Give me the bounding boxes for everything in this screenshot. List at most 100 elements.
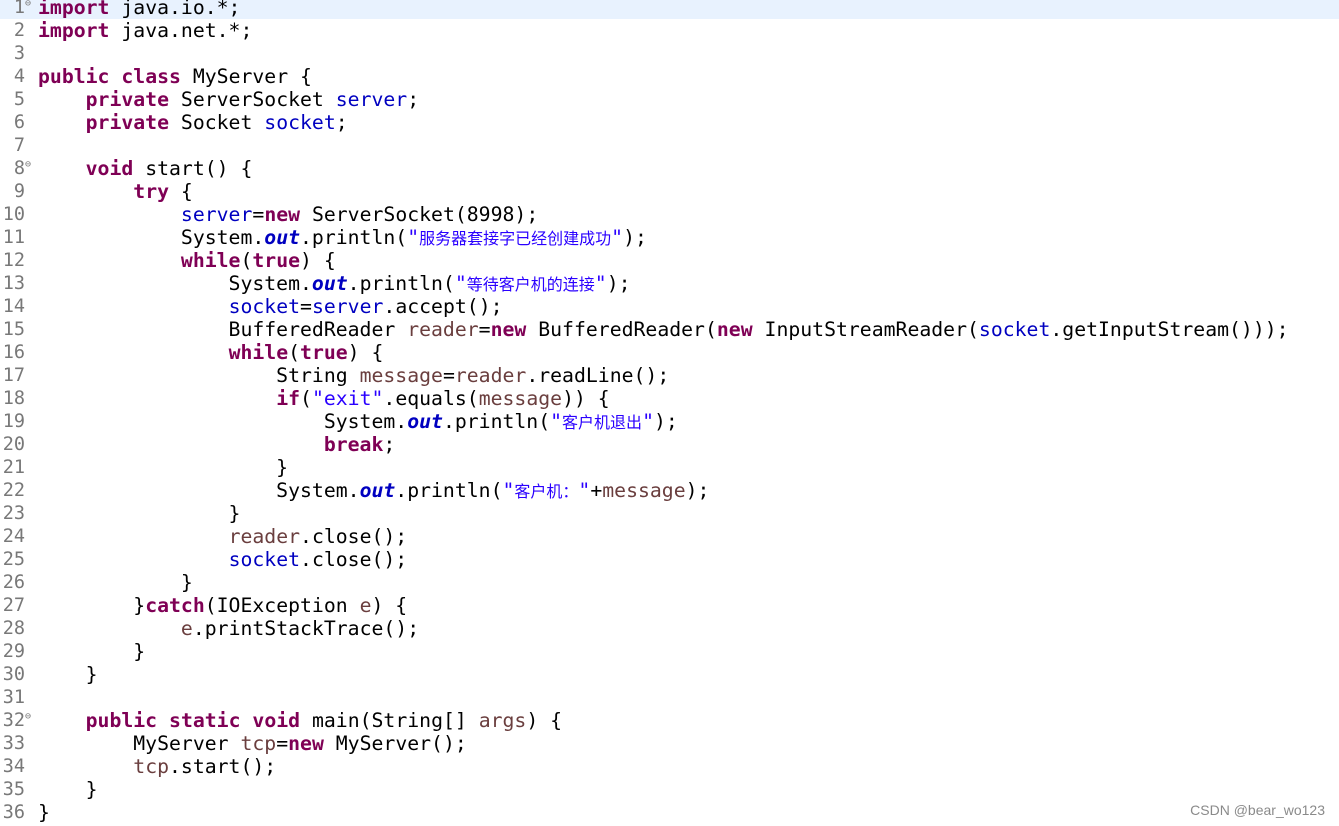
code-token: import (38, 18, 110, 42)
code-line[interactable]: 28 e.printStackTrace(); (0, 617, 1339, 640)
code-text: System.out.println("客户机："+message); (38, 479, 709, 503)
fold-minus-icon[interactable]: ⊖ (25, 709, 31, 725)
code-token: reader (454, 363, 527, 387)
line-number: 26 (2, 571, 25, 593)
code-line[interactable]: 17 String message=reader.readLine(); (0, 364, 1339, 387)
code-token: public (85, 708, 158, 732)
line-number: 15 (2, 318, 25, 340)
code-line[interactable]: 9 try { (0, 180, 1339, 203)
code-token: ( (240, 248, 253, 272)
code-text: private ServerSocket server; (38, 88, 420, 111)
code-line[interactable]: 24 reader.close(); (0, 525, 1339, 548)
code-token: ; (383, 432, 396, 456)
code-token: MyServer(); (323, 731, 467, 755)
code-token: } (38, 662, 98, 686)
code-line[interactable]: 33 MyServer tcp=new MyServer(); (0, 732, 1339, 755)
code-line[interactable]: 14 socket=server.accept(); (0, 295, 1339, 318)
code-line[interactable]: 34 tcp.start(); (0, 755, 1339, 778)
code-line[interactable]: 22 System.out.println("客户机："+message); (0, 479, 1339, 502)
code-line[interactable]: 29 } (0, 640, 1339, 663)
code-line[interactable]: 11 System.out.println("服务器套接字已经创建成功"); (0, 226, 1339, 249)
code-line[interactable]: 26 } (0, 571, 1339, 594)
code-line[interactable]: 12 while(true) { (0, 249, 1339, 272)
code-token: ) { (526, 708, 563, 732)
line-number: 31 (2, 686, 25, 708)
code-token: new (490, 317, 527, 341)
line-number: 19 (2, 410, 25, 432)
code-line[interactable]: 19 System.out.println("客户机退出"); (0, 410, 1339, 433)
code-token: .println( (442, 409, 551, 433)
code-token: .start(); (169, 754, 277, 778)
code-token: = (252, 202, 265, 226)
code-line[interactable]: 20 break; (0, 433, 1339, 456)
code-line[interactable]: 8 ⊖ void start() { (0, 157, 1339, 180)
code-token: message (478, 386, 563, 410)
code-token: " (454, 271, 467, 295)
code-text: MyServer tcp=new MyServer(); (38, 732, 467, 755)
code-token: MyServer { (180, 64, 312, 88)
code-line[interactable]: 10 server=new ServerSocket(8998); (0, 203, 1339, 226)
line-number: 36 (2, 801, 25, 823)
fold-minus-icon[interactable]: ⊖ (25, 157, 31, 173)
code-line[interactable]: 4 public class MyServer { (0, 65, 1339, 88)
code-line[interactable]: 1 ⊖ import java.io.*; (0, 0, 1339, 19)
line-number: 20 (2, 433, 25, 455)
code-token: } (38, 777, 98, 801)
code-token: " (578, 478, 591, 502)
code-text: try { (38, 180, 193, 203)
code-token: break (323, 432, 384, 456)
code-text: import java.io.*; (38, 0, 240, 19)
code-line[interactable]: 25 socket.close(); (0, 548, 1339, 571)
code-line[interactable]: 31 (0, 686, 1339, 709)
code-editor[interactable]: 1 ⊖ import java.io.*; 2 import java.net.*; 3 4… (0, 0, 1339, 826)
code-token: " (642, 409, 654, 433)
line-number: 5 (13, 88, 25, 110)
code-line[interactable]: 2 import java.net.*; (0, 19, 1339, 42)
code-text: socket=server.accept(); (38, 295, 503, 318)
code-line[interactable]: 36} (0, 801, 1339, 824)
fold-minus-icon[interactable]: ⊖ (25, 0, 31, 12)
code-token: ; (335, 110, 348, 134)
code-token: + (590, 478, 603, 502)
code-text: } (38, 801, 50, 824)
code-token: java.io.*; (109, 0, 241, 19)
code-line[interactable]: 16 while(true) { (0, 341, 1339, 364)
line-number: 8 (13, 157, 25, 179)
code-line[interactable]: 18 if("exit".equals(message)) { (0, 387, 1339, 410)
code-text: } (38, 571, 193, 594)
code-token: = (442, 363, 455, 387)
code-line[interactable]: 32 ⊖ public static void main(String[] arg… (0, 709, 1339, 732)
code-token: static (169, 708, 241, 732)
code-line[interactable]: 3 (0, 42, 1339, 65)
code-line[interactable]: 6 private Socket socket; (0, 111, 1339, 134)
line-number: 2 (13, 19, 25, 41)
code-token: InputStreamReader( (752, 317, 979, 341)
code-token: } (38, 501, 241, 525)
code-line[interactable]: 30 } (0, 663, 1339, 686)
code-line[interactable]: 15 BufferedReader reader=new BufferedRea… (0, 318, 1339, 341)
code-line[interactable]: 27 }catch(IOException e) { (0, 594, 1339, 617)
code-token: start() { (133, 156, 253, 180)
code-text: import java.net.*; (38, 19, 252, 42)
code-line[interactable]: 5 private ServerSocket server; (0, 88, 1339, 111)
code-text: server=new ServerSocket(8998); (38, 203, 538, 226)
code-token: MyServer (38, 731, 241, 755)
code-token: try (133, 179, 170, 203)
code-line[interactable]: 21 } (0, 456, 1339, 479)
code-token: ( (288, 340, 301, 364)
code-token: .close(); (300, 547, 408, 571)
code-line[interactable]: 23 } (0, 502, 1339, 525)
code-token: reader (228, 524, 301, 548)
code-token: java.net.*; (109, 18, 253, 42)
code-line[interactable]: 35 } (0, 778, 1339, 801)
code-line[interactable]: 13 System.out.println("等待客户机的连接"); (0, 272, 1339, 295)
code-text: reader.close(); (38, 524, 408, 548)
code-line[interactable]: 7 (0, 134, 1339, 157)
code-token: ( (300, 386, 312, 410)
code-text: while(true) { (38, 340, 384, 364)
code-text: System.out.println("服务器套接字已经创建成功"); (38, 226, 647, 250)
